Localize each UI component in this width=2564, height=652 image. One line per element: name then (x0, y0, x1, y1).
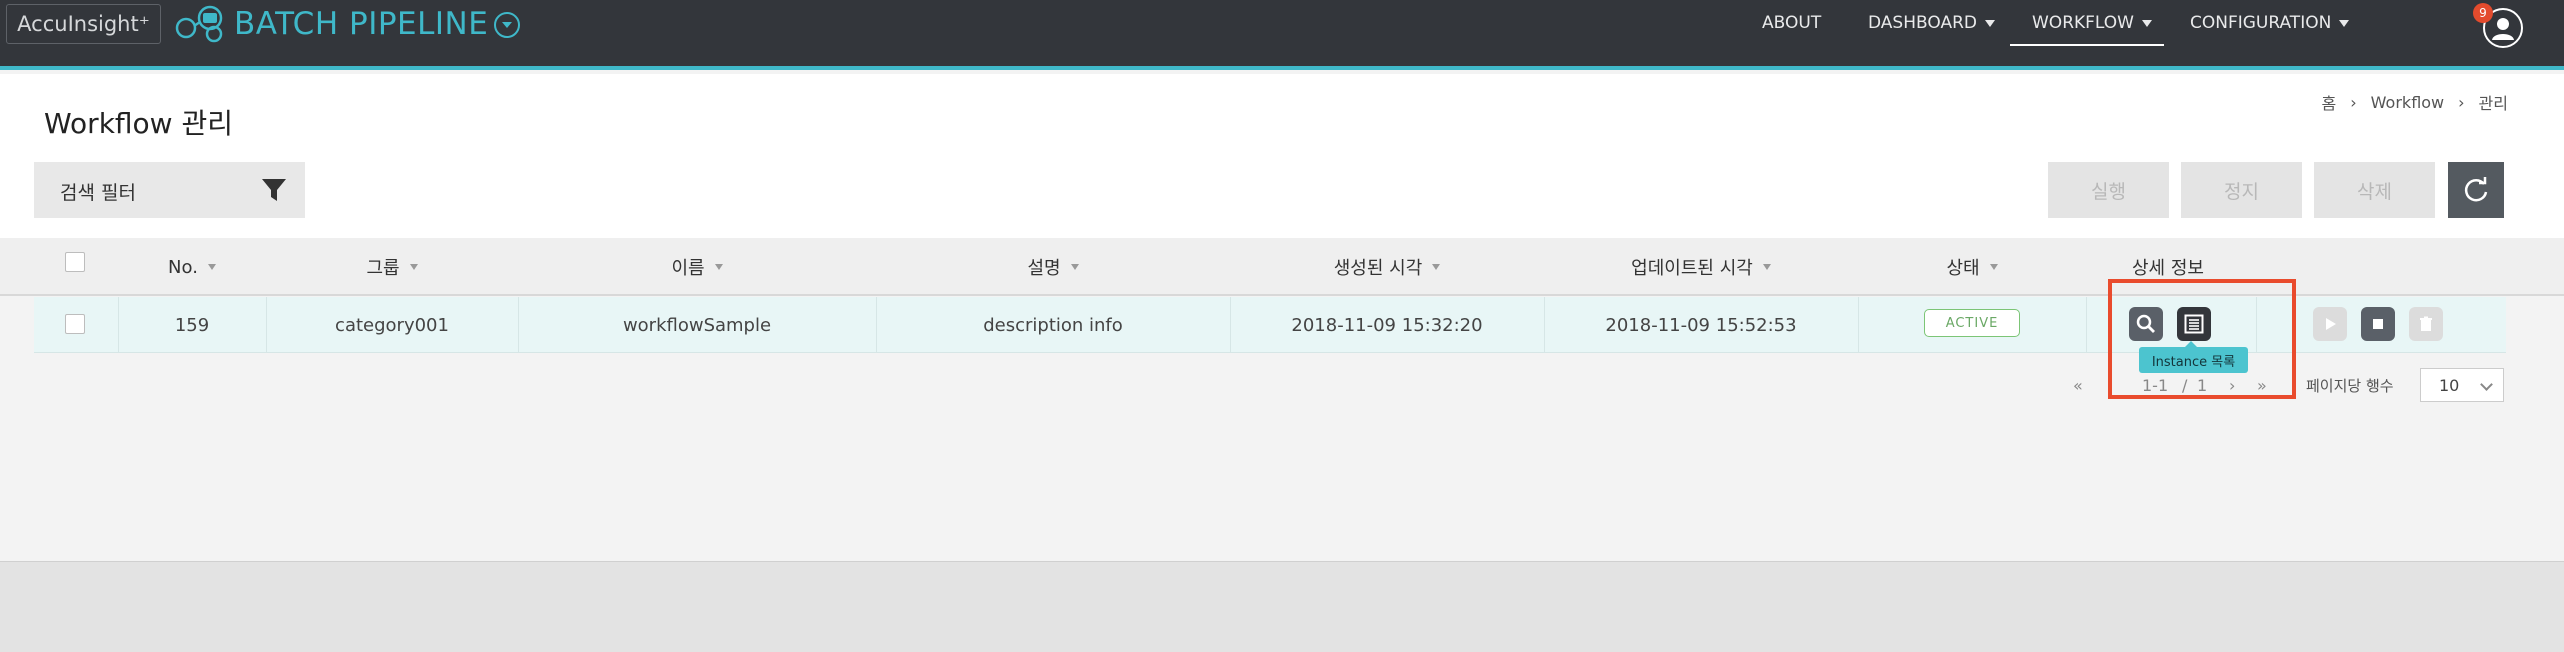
status-badge: ACTIVE (1924, 309, 2020, 337)
pipeline-logo-icon (175, 5, 223, 43)
product-switch-icon[interactable] (494, 12, 520, 38)
refresh-button[interactable] (2448, 162, 2504, 218)
column-header-name[interactable]: 이름 (518, 238, 876, 296)
run-button[interactable]: 실행 (2048, 162, 2169, 218)
nav-dashboard-label: DASHBOARD (1868, 13, 1977, 33)
rows-per-page-value: 10 (2439, 375, 2460, 395)
column-label: 설명 (1027, 258, 1061, 279)
filter-icon (262, 179, 286, 201)
row-stop-button[interactable] (2361, 307, 2395, 341)
breadcrumb-workflow[interactable]: Workflow (2371, 93, 2444, 112)
caret-down-icon (2141, 19, 2152, 27)
breadcrumb-home[interactable]: 홈 (2322, 90, 2337, 114)
notification-badge: 9 (2473, 3, 2493, 23)
nav-configuration-label: CONFIGURATION (2190, 13, 2332, 33)
nav-active-indicator (2010, 44, 2164, 46)
column-header-status[interactable]: 상태 (1858, 238, 2086, 296)
column-label: No. (168, 256, 198, 278)
search-filter-toggle[interactable]: 검색 필터 (34, 162, 305, 218)
column-label: 업데이트된 시각 (1631, 258, 1753, 279)
cell-divider (2086, 297, 2087, 353)
double-chevron-left-icon: « (2073, 375, 2083, 395)
column-label: 상태 (1946, 258, 1980, 279)
nav-workflow[interactable]: WORKFLOW (2032, 0, 2152, 46)
column-label: 생성된 시각 (1333, 258, 1423, 279)
stop-button[interactable]: 정지 (2181, 162, 2302, 218)
chevron-right-icon: › (2350, 92, 2357, 112)
trash-icon (2420, 316, 2432, 331)
sort-icon (1070, 264, 1079, 270)
chevron-right-icon: › (2229, 375, 2236, 395)
column-label: 그룹 (366, 258, 400, 279)
cell-created: 2018-11-09 15:32:20 (1291, 314, 1483, 336)
column-header-no[interactable]: No. (118, 238, 266, 296)
breadcrumb: 홈 › Workflow › 관리 (2322, 90, 2508, 114)
pagination-range: 1-1 (2142, 375, 2169, 395)
pagination-separator: / (2182, 375, 2188, 395)
sort-icon (207, 264, 216, 270)
next-page-button[interactable]: › (2229, 372, 2235, 398)
column-header-group[interactable]: 그룹 (266, 238, 518, 296)
row-checkbox[interactable] (65, 314, 85, 334)
footer (0, 561, 2564, 652)
last-page-button[interactable]: » (2257, 372, 2267, 398)
breadcrumb-current: 관리 (2478, 94, 2508, 113)
nav-about-label: ABOUT (1762, 13, 1822, 33)
cell-name: workflowSample (622, 314, 772, 336)
pagination-total: 1 (2197, 375, 2208, 395)
product-title[interactable]: BATCH PIPELINE (234, 4, 488, 44)
nav-about[interactable]: ABOUT (1762, 0, 1821, 46)
column-header-description[interactable]: 설명 (876, 238, 1230, 296)
chevron-down-icon (2480, 378, 2493, 391)
cell-divider (1858, 297, 1859, 353)
chevron-right-icon: › (2458, 92, 2465, 112)
search-filter-label: 검색 필터 (60, 182, 136, 204)
sort-icon (1989, 264, 1998, 270)
row-delete-button[interactable] (2409, 307, 2443, 341)
select-all-checkbox[interactable] (65, 252, 85, 272)
column-header-updated[interactable]: 업데이트된 시각 (1544, 238, 1858, 296)
nav-dashboard[interactable]: DASHBOARD (1868, 0, 1995, 46)
sort-icon (1432, 264, 1441, 270)
caret-down-icon (2339, 19, 2350, 27)
content-header (0, 74, 2564, 238)
first-page-button[interactable]: « (2073, 372, 2083, 398)
cell-no: 159 (174, 314, 210, 336)
sort-icon (409, 264, 418, 270)
column-label: 이름 (671, 258, 705, 279)
play-icon (2326, 318, 2336, 330)
rows-per-page-select[interactable]: 10 (2420, 368, 2504, 402)
double-chevron-right-icon: » (2257, 375, 2267, 395)
nav-workflow-label: WORKFLOW (2032, 13, 2134, 33)
cell-updated: 2018-11-09 15:52:53 (1605, 314, 1797, 336)
cell-description: description info (983, 314, 1123, 336)
nav-configuration[interactable]: CONFIGURATION (2190, 0, 2350, 46)
row-run-button[interactable] (2313, 307, 2347, 341)
stop-icon (2373, 319, 2383, 329)
cell-group: category001 (335, 314, 449, 336)
refresh-icon (2464, 177, 2488, 202)
sort-icon (714, 264, 723, 270)
rows-per-page-label: 페이지당 행수 (2306, 376, 2394, 395)
page-title: Workflow 관리 (44, 107, 233, 140)
delete-button[interactable]: 삭제 (2314, 162, 2435, 218)
accuinsight-logo[interactable]: AccuInsight⁺ (6, 4, 161, 44)
caret-down-icon (1984, 19, 1995, 27)
column-label: 상세 정보 (2132, 258, 2204, 279)
sort-icon (1762, 264, 1771, 270)
column-header-created[interactable]: 생성된 시각 (1230, 238, 1544, 296)
